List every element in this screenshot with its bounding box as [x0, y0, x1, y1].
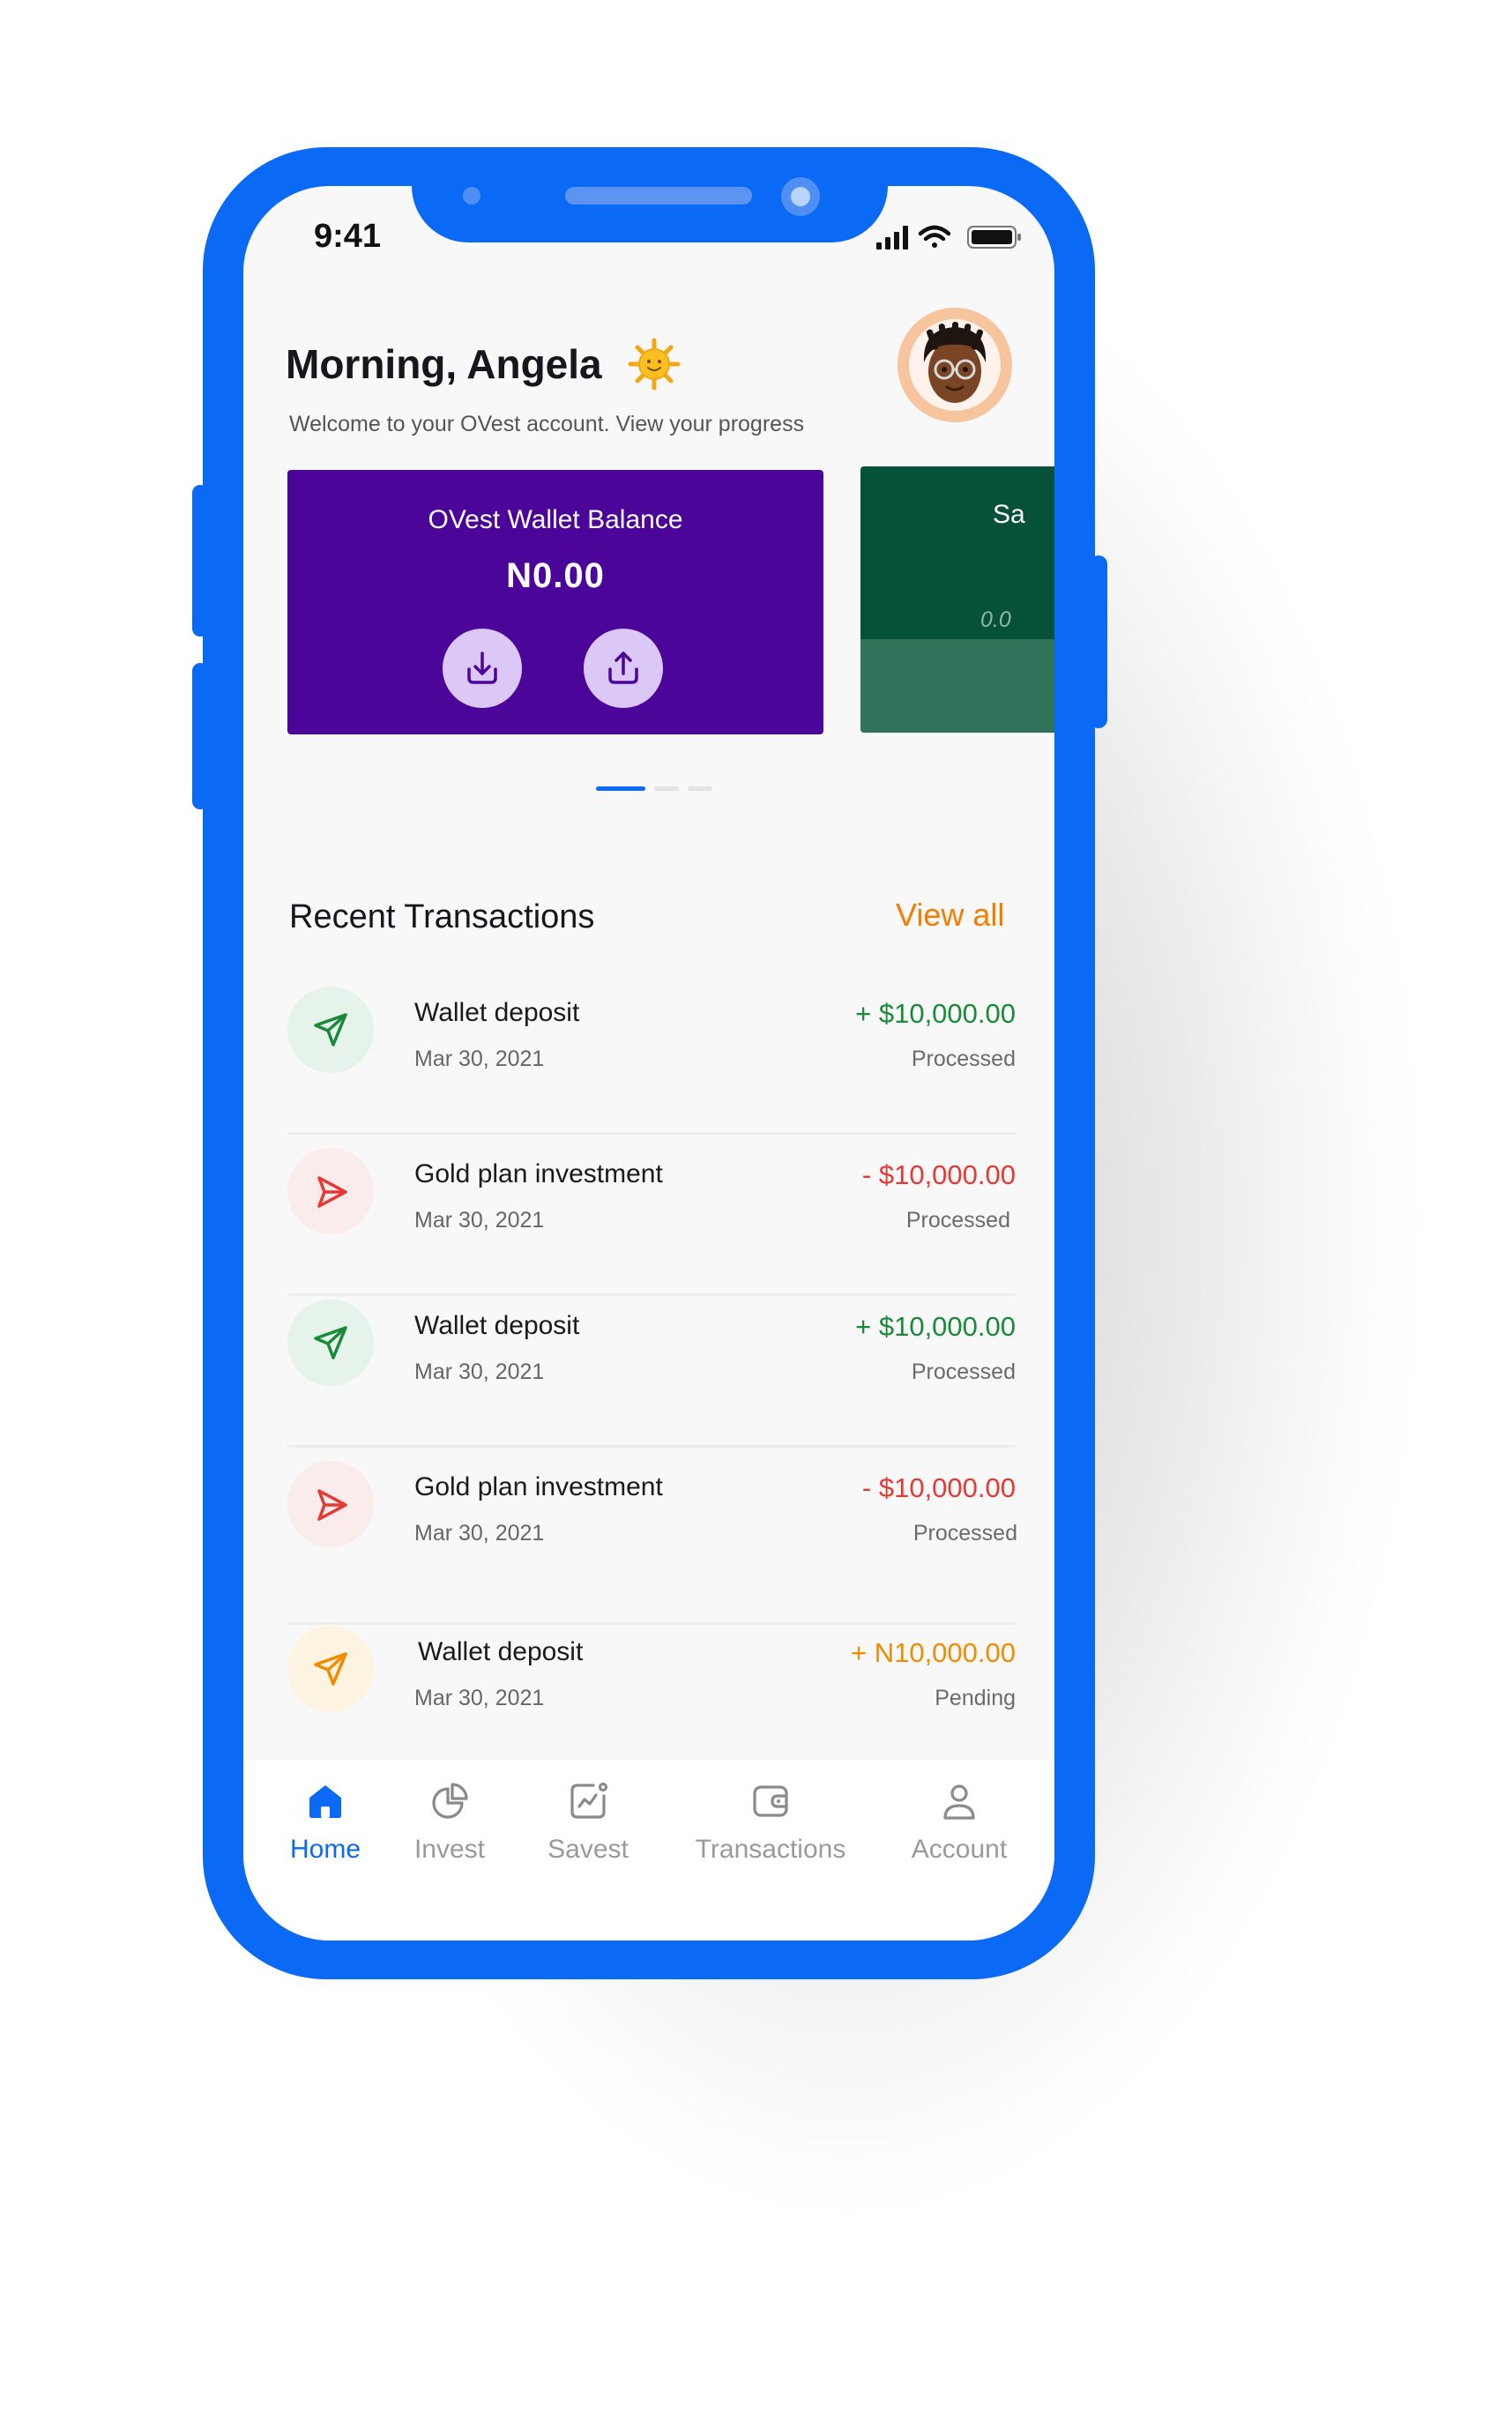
transaction-icon — [287, 1626, 374, 1712]
send-icon — [314, 1652, 347, 1686]
greeting-title: Morning, Angela — [286, 341, 602, 387]
carousel-indicator[interactable] — [654, 786, 679, 791]
sensor-dot — [463, 187, 480, 205]
transaction-icon — [287, 1148, 374, 1234]
savings-card-amount: 0.0 — [980, 607, 1011, 632]
speaker-grill — [565, 187, 752, 205]
transaction-status: Pending — [935, 1686, 1016, 1710]
nav-label: Home — [289, 1835, 361, 1864]
transaction-status: Processed — [912, 1521, 1017, 1546]
avatar-face-icon — [909, 319, 1001, 411]
transaction-status: Processed — [911, 1360, 1016, 1384]
bottom-navigation: Home Invest Savest Transactions Account — [243, 1761, 1054, 1941]
front-camera — [781, 177, 820, 216]
view-all-link[interactable]: View all — [896, 897, 1004, 934]
welcome-subtitle: Welcome to your OVest account. View your… — [289, 412, 805, 436]
transaction-name: Wallet deposit — [414, 1311, 580, 1340]
battery-icon — [967, 226, 1021, 249]
wallet-icon — [753, 1785, 788, 1817]
nav-label: Transactions — [695, 1835, 846, 1864]
transaction-name: Wallet deposit — [414, 998, 580, 1027]
savings-card-title: Sa — [993, 500, 1025, 529]
arrow-cursor-icon — [317, 1176, 347, 1208]
transaction-status: Processed — [905, 1208, 1010, 1233]
transaction-name: Gold plan investment — [414, 1472, 663, 1501]
sun-emoji-icon — [628, 338, 681, 391]
transaction-status: Processed — [911, 1047, 1016, 1071]
pie-chart-icon — [432, 1783, 468, 1819]
nav-item-transactions[interactable]: Transactions — [682, 1780, 859, 1865]
status-time: 9:41 — [314, 218, 382, 255]
savings-card-footer — [860, 639, 1054, 733]
arrow-cursor-icon — [317, 1489, 347, 1521]
wifi-icon — [918, 225, 951, 248]
transaction-row[interactable]: Wallet deposit Mar 30, 2021 + $10,000.00… — [287, 974, 1016, 1135]
wallet-card-title: OVest Wallet Balance — [428, 505, 683, 534]
transaction-name: Gold plan investment — [414, 1159, 663, 1188]
app-screen: 9:41 Morning, Angela Welcome to your OVe… — [243, 186, 1054, 1941]
transaction-name: Wallet deposit — [418, 1637, 584, 1666]
signal-icon — [876, 226, 908, 250]
transaction-icon — [287, 987, 374, 1073]
wallet-balance-card[interactable]: OVest Wallet Balance N0.00 — [287, 470, 823, 734]
transaction-amount: + N10,000.00 — [850, 1637, 1016, 1668]
transaction-row[interactable]: Wallet deposit Mar 30, 2021 + $10,000.00… — [287, 1287, 1016, 1448]
transaction-date: Mar 30, 2021 — [414, 1360, 545, 1384]
download-icon — [467, 652, 497, 684]
transaction-amount: + $10,000.00 — [855, 998, 1016, 1029]
transaction-date: Mar 30, 2021 — [414, 1047, 545, 1071]
withdraw-button[interactable] — [584, 629, 663, 708]
status-icons — [876, 225, 1021, 250]
transaction-row[interactable]: Gold plan investment Mar 30, 2021 - $10,… — [287, 1449, 1017, 1625]
deposit-button[interactable] — [443, 629, 522, 708]
send-icon — [314, 1013, 347, 1047]
transaction-amount: + $10,000.00 — [855, 1311, 1016, 1342]
avatar[interactable] — [898, 308, 1012, 422]
nav-item-savest[interactable]: Savest — [540, 1780, 637, 1865]
upload-icon — [608, 652, 638, 684]
nav-item-invest[interactable]: Invest — [406, 1780, 494, 1865]
row-divider — [287, 1132, 1016, 1135]
transaction-date: Mar 30, 2021 — [414, 1208, 545, 1233]
transaction-row[interactable]: Wallet deposit Mar 30, 2021 + N10,000.00… — [287, 1613, 1016, 1774]
home-icon — [309, 1785, 341, 1818]
row-divider — [287, 1445, 1016, 1448]
nav-item-account[interactable]: Account — [898, 1780, 1021, 1865]
recent-transactions-title: Recent Transactions — [289, 898, 595, 935]
growth-chart-icon — [570, 1782, 608, 1819]
savings-card[interactable]: Sa 0.0 — [860, 466, 1054, 733]
nav-item-home[interactable]: Home — [286, 1780, 365, 1865]
transaction-icon — [287, 1461, 374, 1547]
nav-label: Invest — [413, 1835, 486, 1864]
carousel-indicator[interactable] — [688, 786, 712, 791]
nav-label: Account — [911, 1835, 1008, 1864]
transaction-date: Mar 30, 2021 — [414, 1686, 545, 1710]
transaction-row[interactable]: Gold plan investment Mar 30, 2021 - $10,… — [287, 1136, 1016, 1296]
transaction-amount: - $10,000.00 — [861, 1159, 1016, 1190]
transaction-date: Mar 30, 2021 — [414, 1521, 545, 1546]
send-icon — [314, 1326, 347, 1360]
carousel-indicator-active[interactable] — [596, 786, 645, 791]
user-icon — [943, 1784, 975, 1820]
transaction-icon — [287, 1300, 374, 1386]
nav-label: Savest — [547, 1835, 629, 1864]
wallet-balance-amount: N0.00 — [506, 556, 605, 595]
phone-notch — [412, 154, 888, 242]
transaction-amount: - $10,000.00 — [861, 1472, 1016, 1503]
